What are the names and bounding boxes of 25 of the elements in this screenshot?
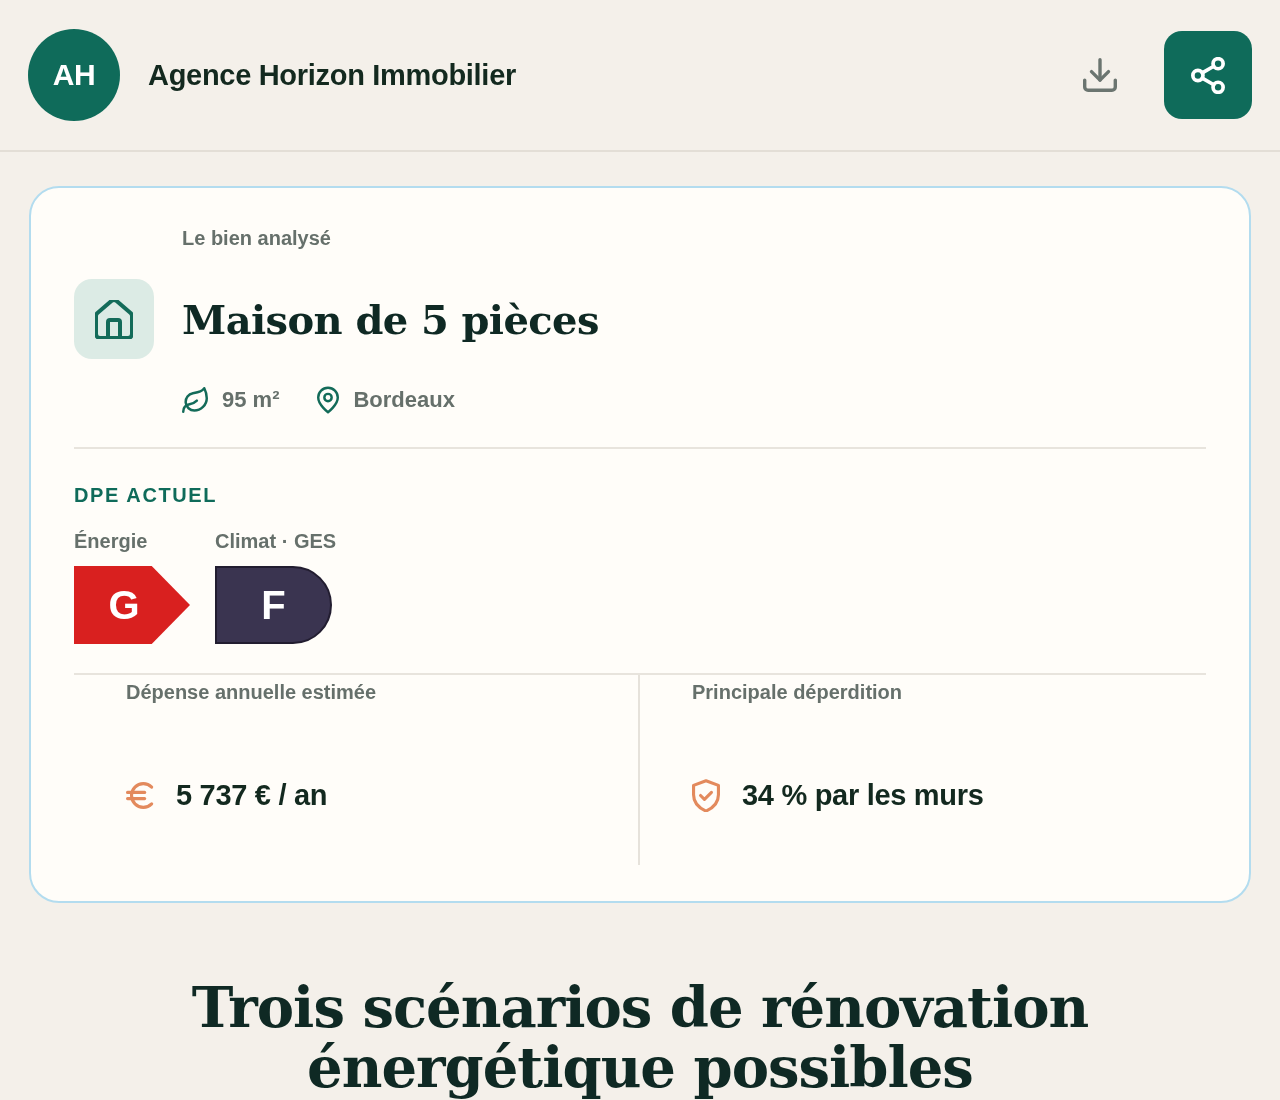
euro-icon (126, 781, 154, 809)
dpe-heading: DPE ACTUEL (74, 483, 219, 507)
section-heading: Trois scénarios de rénovation énergétique possibles (190, 977, 1090, 1097)
annual-cost-label: Dépense annuelle estimée (126, 680, 377, 704)
share-button[interactable] (1164, 31, 1252, 119)
agency-name: Agence Horizon Immobilier (148, 58, 516, 92)
annual-cost-value: 5 737 € / an (176, 778, 328, 812)
energy-label: Énergie (74, 529, 148, 553)
download-button[interactable] (1082, 57, 1118, 93)
agency-avatar: AH (28, 29, 120, 121)
share-icon (1191, 56, 1225, 94)
energy-class-tag: G (74, 566, 190, 644)
download-icon (1083, 58, 1117, 92)
main-heat-loss-label: Principale déperdition (692, 680, 903, 704)
house-icon (74, 279, 154, 359)
property-city: Bordeaux (353, 387, 455, 413)
surface-area: 95 m² (222, 387, 280, 413)
climate-label: Climat · GES (215, 529, 337, 553)
property-eyebrow: Le bien analysé (182, 226, 331, 250)
climate-class-tag: F (215, 566, 332, 644)
main-heat-loss-value: 34 % par les murs (742, 778, 984, 812)
map-pin-icon (317, 386, 340, 414)
leaf-icon (182, 387, 208, 413)
shield-check-icon (692, 778, 720, 812)
property-title: Maison de 5 pièces (182, 294, 599, 345)
